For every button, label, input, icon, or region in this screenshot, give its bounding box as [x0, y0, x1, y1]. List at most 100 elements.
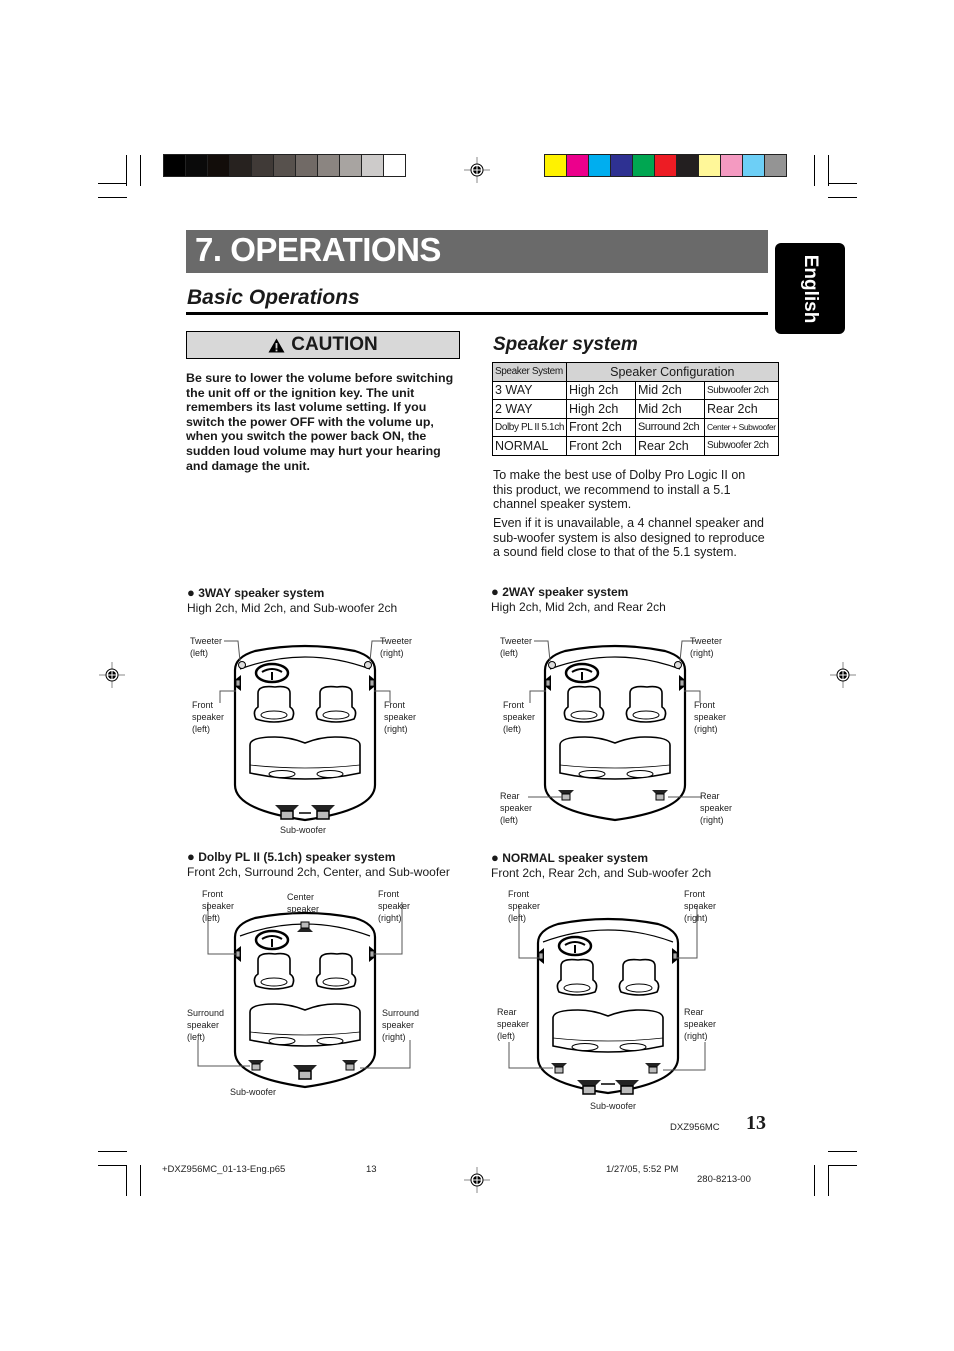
label-line: speaker	[503, 711, 536, 722]
table-cell: Center + Subwoofer	[703, 417, 779, 437]
label-front-right: Front speaker (right)	[684, 889, 716, 924]
color-swatch	[655, 155, 677, 176]
table-header: Speaker Configuration	[565, 362, 779, 382]
table-header: Speaker System	[492, 362, 567, 382]
crop-mark	[828, 1165, 829, 1196]
label-line: (right)	[684, 912, 708, 923]
color-swatch	[362, 155, 384, 176]
label-surround-left: Surround speaker (left)	[187, 1008, 224, 1043]
table-cell: Subwoofer 2ch	[703, 380, 779, 400]
chapter-title-bar: 7. OPERATIONS	[186, 230, 768, 273]
table-cell: High 2ch	[565, 380, 636, 400]
color-swatch	[765, 155, 786, 176]
tweeter-right-icon	[364, 661, 372, 669]
color-swatch	[677, 155, 699, 176]
color-swatch	[611, 155, 633, 176]
part-number: 280-8213-00	[697, 1174, 751, 1185]
crop-mark	[828, 155, 829, 186]
label-line: speaker	[202, 900, 235, 911]
table-cell: Front 2ch	[565, 417, 636, 437]
label-line: speaker	[384, 711, 417, 722]
label-tweeter-left: Tweeter (left)	[190, 636, 222, 660]
crop-mark	[828, 1165, 857, 1166]
registration-mark-icon	[464, 1167, 490, 1193]
diagram-heading-2way: ● 2WAY speaker system High 2ch, Mid 2ch,…	[491, 584, 666, 614]
color-swatch	[721, 155, 743, 176]
diagram-heading-dolby: ● Dolby PL II (5.1ch) speaker system Fro…	[187, 849, 450, 879]
label-line: (right)	[382, 1031, 406, 1042]
label-line: (left)	[508, 912, 526, 923]
process-color-bar	[544, 154, 787, 177]
label-front-right: Front speaker (right)	[694, 700, 726, 735]
file-page: 13	[366, 1164, 377, 1175]
color-swatch	[252, 155, 274, 176]
crop-mark	[828, 183, 857, 184]
label-line: speaker	[187, 1019, 220, 1030]
diagram-description: Front 2ch, Rear 2ch, and Sub-woofer 2ch	[491, 865, 712, 880]
label-line: (right)	[700, 814, 724, 825]
label-tweeter-left: Tweeter (left)	[500, 636, 532, 660]
bullet-icon: ●	[491, 584, 499, 599]
label-line: Front	[378, 889, 400, 899]
crop-mark	[814, 155, 815, 186]
label-line: (right)	[384, 723, 408, 734]
table-cell: High 2ch	[565, 399, 636, 419]
label-line: Front	[192, 700, 214, 710]
label-line: (left)	[187, 1031, 205, 1042]
grayscale-color-bar	[163, 154, 406, 177]
label-line: speaker	[287, 903, 320, 914]
diagram-title: 3WAY speaker system	[198, 586, 325, 600]
label-line: Rear	[700, 791, 720, 801]
table-cell: 3 WAY	[492, 380, 567, 400]
color-swatch	[699, 155, 721, 176]
label-line: Front	[202, 889, 224, 899]
color-swatch	[340, 155, 362, 176]
table-cell: Dolby PL II 5.1ch	[492, 417, 567, 437]
tweeter-left-icon	[238, 661, 246, 669]
label-line: (left)	[202, 912, 220, 923]
label-line: Sub-woofer	[590, 1101, 637, 1111]
bullet-icon: ●	[187, 585, 195, 600]
label-line: (right)	[378, 912, 402, 923]
label-line: (left)	[190, 647, 208, 658]
label-front-right: Front speaker (right)	[384, 700, 416, 735]
label-line: (right)	[380, 647, 404, 658]
label-line: (left)	[500, 647, 518, 658]
label-line: Tweeter	[690, 636, 723, 646]
color-swatch	[186, 155, 208, 176]
label-line: Surround	[382, 1008, 420, 1018]
label-subwoofer: Sub-woofer	[280, 825, 326, 837]
label-line: Surround	[187, 1008, 225, 1018]
warning-triangle-icon	[268, 338, 285, 352]
crop-mark	[140, 155, 141, 186]
label-line: (left)	[192, 723, 210, 734]
crop-mark	[140, 1165, 141, 1196]
bullet-icon: ●	[187, 849, 195, 864]
crop-mark	[98, 1165, 127, 1166]
label-line: (left)	[500, 814, 518, 825]
color-swatch	[230, 155, 252, 176]
file-name: +DXZ956MC_01-13-Eng.p65	[162, 1164, 286, 1175]
color-swatch	[384, 155, 405, 176]
color-swatch	[589, 155, 611, 176]
car-diagram-dolby	[197, 902, 411, 1089]
crop-mark	[828, 1151, 857, 1152]
color-swatch	[633, 155, 655, 176]
color-swatch	[567, 155, 589, 176]
label-surround-right: Surround speaker (right)	[382, 1008, 419, 1043]
label-front-left: Front speaker (left)	[503, 700, 535, 735]
registration-mark-icon	[99, 662, 125, 688]
diagram-description: Front 2ch, Surround 2ch, Center, and Sub…	[187, 864, 450, 879]
label-front-left: Front speaker (left)	[192, 700, 224, 735]
label-line: speaker	[500, 802, 533, 813]
label-line: speaker	[684, 1018, 717, 1029]
color-swatch	[274, 155, 296, 176]
diagram-description: High 2ch, Mid 2ch, and Rear 2ch	[491, 599, 666, 614]
section-divider	[186, 312, 768, 315]
label-line: (right)	[684, 1030, 708, 1041]
section-title: Basic Operations	[187, 286, 360, 309]
label-line: Front	[508, 889, 530, 899]
diagram-title: NORMAL speaker system	[502, 851, 649, 865]
crop-mark	[126, 155, 127, 186]
table-cell: 2 WAY	[492, 399, 567, 419]
